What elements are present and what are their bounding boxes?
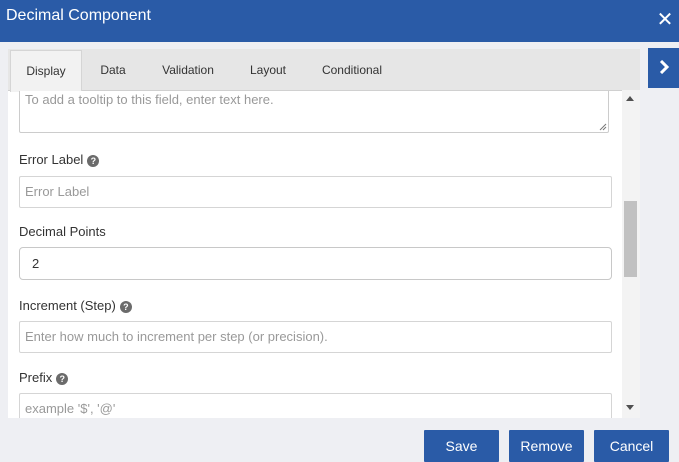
tab-bar: Display Data Validation Layout Condition…	[8, 49, 640, 92]
decimal-points-value: 2	[32, 256, 40, 271]
dialog-title: Decimal Component	[6, 7, 151, 24]
help-icon[interactable]: ?	[119, 301, 132, 313]
prefix-label-text: Prefix	[19, 370, 53, 385]
tooltip-placeholder: To add a tooltip to this field, enter te…	[25, 92, 274, 107]
increment-label-text: Increment (Step)	[19, 298, 116, 313]
increment-placeholder: Enter how much to increment per step (or…	[25, 329, 328, 344]
content-scrollbar[interactable]	[622, 90, 640, 418]
close-icon[interactable]: ✕	[653, 8, 677, 32]
scroll-up-icon[interactable]	[626, 96, 634, 101]
error-label-text: Error Label	[19, 152, 84, 167]
tab-content-display: To add a tooltip to this field, enter te…	[8, 91, 622, 418]
help-icon[interactable]: ?	[87, 155, 100, 167]
tab-data[interactable]: Data	[88, 49, 138, 90]
remove-button[interactable]: Remove	[509, 430, 584, 462]
prefix-placeholder: example '$', '@'	[25, 401, 116, 416]
scroll-down-icon[interactable]	[626, 405, 634, 410]
prefix-label: Prefix?	[19, 370, 69, 385]
decimal-points-label: Decimal Points	[19, 224, 106, 239]
save-button[interactable]: Save	[424, 430, 499, 462]
increment-input[interactable]: Enter how much to increment per step (or…	[19, 321, 612, 353]
tab-layout[interactable]: Layout	[240, 49, 296, 90]
tooltip-textarea[interactable]: To add a tooltip to this field, enter te…	[19, 91, 609, 133]
decimal-points-input[interactable]: 2	[19, 247, 612, 280]
error-label-label: Error Label?	[19, 152, 100, 167]
help-icon[interactable]: ?	[56, 373, 69, 385]
side-panel-toggle-button[interactable]	[648, 48, 679, 88]
cancel-button[interactable]: Cancel	[594, 430, 669, 462]
dialog-titlebar: Decimal Component ✕	[0, 0, 679, 42]
prefix-input[interactable]: example '$', '@'	[19, 393, 612, 418]
tab-validation[interactable]: Validation	[154, 49, 222, 90]
edit-panel: Display Data Validation Layout Condition…	[8, 49, 640, 418]
tab-display[interactable]: Display	[10, 50, 82, 92]
resize-grip-icon[interactable]	[599, 123, 607, 131]
increment-label: Increment (Step)?	[19, 298, 132, 313]
tab-conditional[interactable]: Conditional	[312, 49, 392, 90]
error-label-placeholder: Error Label	[25, 184, 90, 199]
scrollbar-thumb[interactable]	[624, 201, 637, 277]
error-label-input[interactable]: Error Label	[19, 176, 612, 208]
chevron-right-icon	[659, 60, 670, 74]
